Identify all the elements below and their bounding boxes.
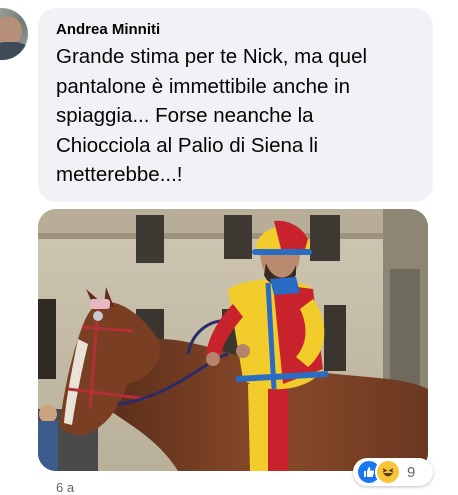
comment-text-line: metterebbe...! [56, 163, 183, 187]
comment-text: Grande stima per te Nick, ma quel pantal… [56, 42, 415, 190]
comment-text-line: Chiocciola al Palio di Siena li [56, 133, 319, 157]
comment-author-name[interactable]: Andrea Minniti [56, 20, 415, 40]
reactions-summary[interactable]: 9 [353, 458, 433, 486]
commenter-avatar[interactable] [0, 8, 28, 60]
comment-text-line: Grande stima per te Nick, ma quel [56, 45, 368, 68]
laughing-face-glyph [382, 468, 394, 477]
thumbs-up-glyph [364, 467, 375, 477]
comment-text-line: spiaggia... Forse neanche la [56, 104, 314, 128]
comment-bubble: Andrea Minniti Grande stima per te Nick,… [38, 8, 433, 202]
reaction-count: 9 [407, 463, 416, 481]
jockey-photo-illustration [38, 209, 428, 471]
haha-icon [375, 459, 401, 485]
comment-timestamp[interactable]: 6 a [56, 480, 74, 495]
comment-photo[interactable] [38, 209, 428, 471]
comment-text-line: pantalone è immettibile anche in [56, 74, 351, 98]
avatar-shirt [0, 42, 28, 60]
